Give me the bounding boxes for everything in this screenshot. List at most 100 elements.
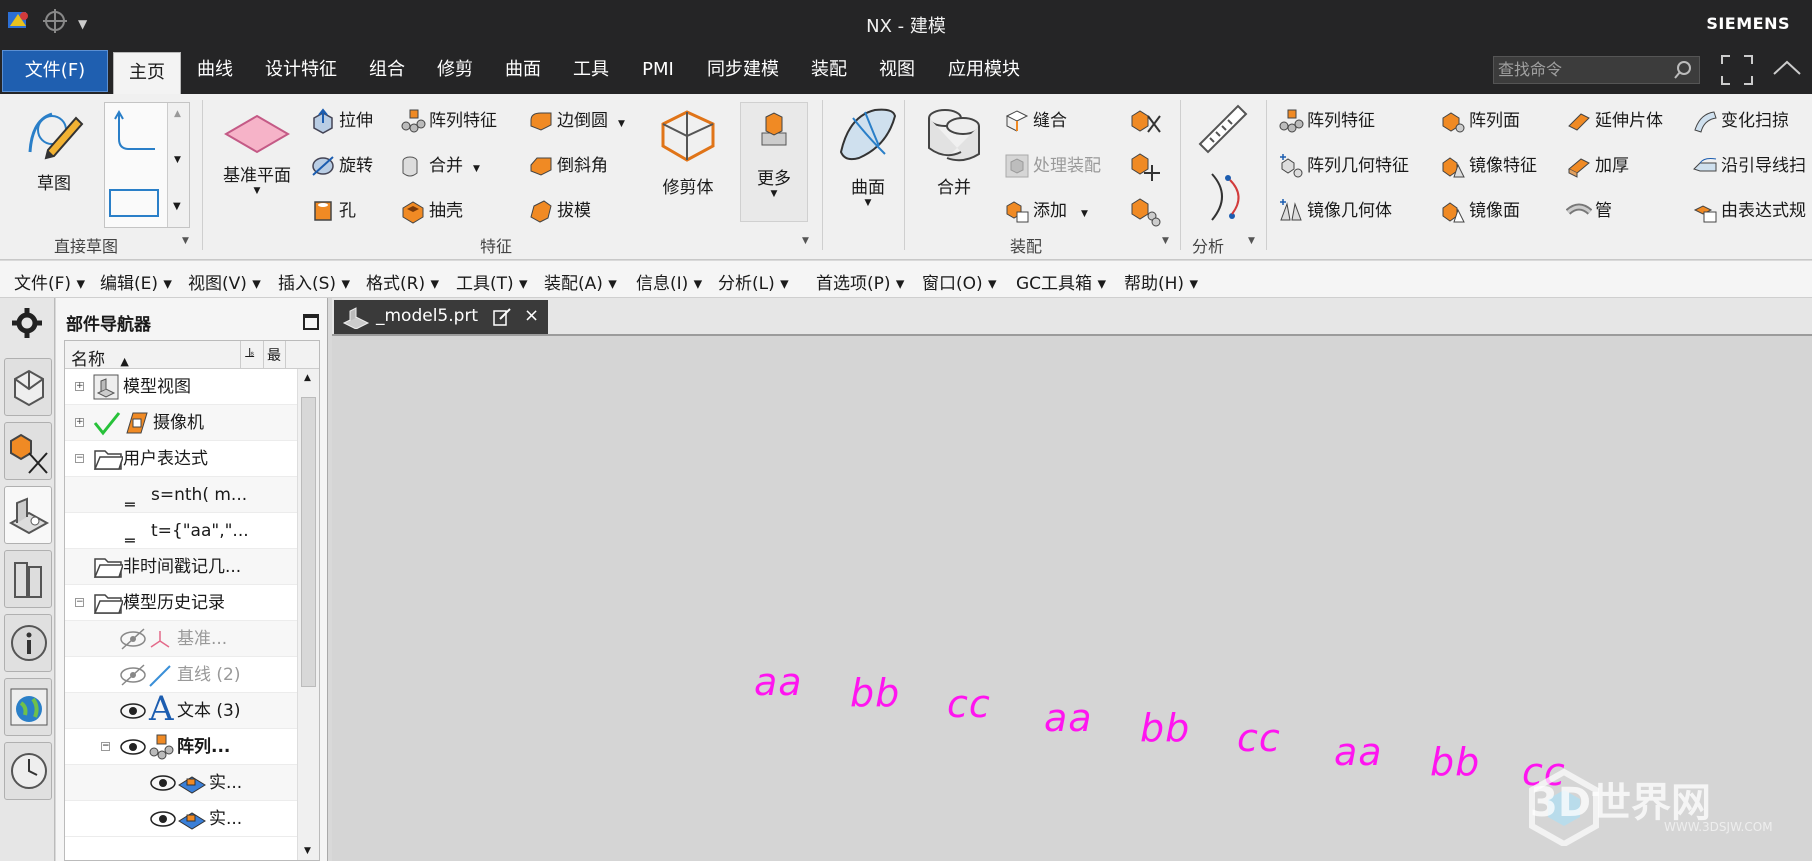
fullscreen-icon[interactable]	[1720, 54, 1754, 91]
sew-button[interactable]: 缝合	[1004, 106, 1067, 134]
sketch-curve-gallery[interactable]: ▲ ▼ ▼	[104, 102, 190, 228]
edge-blend-button[interactable]: 边倒圆 ▼	[528, 106, 625, 134]
hidden-eye-icon[interactable]	[119, 663, 147, 692]
visible-eye-icon[interactable]	[149, 807, 177, 836]
tree-row-expression-t[interactable]: ═ t={"aa","...	[65, 513, 297, 549]
scroll-up-icon[interactable]: ▲	[304, 373, 311, 383]
history-button[interactable]	[4, 742, 52, 800]
thicken-button[interactable]: 加厚	[1566, 151, 1629, 179]
tab-trim[interactable]: 修剪	[428, 46, 482, 94]
menu-edit[interactable]: 编辑(E) ▾	[100, 269, 172, 294]
web-browser-button[interactable]	[4, 678, 52, 736]
close-tab-icon[interactable]: ×	[524, 300, 539, 332]
menu-tools[interactable]: 工具(T) ▾	[456, 269, 528, 294]
menu-gc-toolkit[interactable]: GC工具箱 ▾	[1016, 269, 1106, 294]
tab-combine[interactable]: 组合	[360, 46, 414, 94]
expand-icon[interactable]: +	[75, 382, 84, 391]
collapse-icon[interactable]: −	[75, 598, 84, 607]
menu-view[interactable]: 视图(V) ▾	[188, 269, 261, 294]
constraint-navigator-button[interactable]	[4, 422, 52, 480]
sweep-along-guide-button[interactable]: 沿引导线扫	[1692, 151, 1806, 179]
add-dropdown-icon[interactable]: ▼	[1081, 209, 1088, 219]
hole-button[interactable]: 孔	[310, 196, 356, 224]
trim-body-button[interactable]: 修剪体	[650, 102, 726, 198]
tab-assembly[interactable]: 装配	[802, 46, 856, 94]
tree-row-pattern[interactable]: − 阵列...	[65, 729, 297, 765]
part-navigator-button[interactable]	[4, 486, 52, 544]
command-search-input[interactable]: 查找命令	[1493, 56, 1700, 84]
analysis-group-expand-icon[interactable]: ▼	[1248, 236, 1255, 246]
measure-distance-icon[interactable]	[1196, 102, 1250, 161]
tab-file[interactable]: 文件(F)	[2, 50, 108, 92]
unite-button[interactable]: 合并 ▼	[400, 151, 480, 179]
tab-view[interactable]: 视图	[870, 46, 924, 94]
assembly-group-expand-icon[interactable]: ▼	[1162, 236, 1169, 246]
component-pattern-icon[interactable]	[1128, 194, 1162, 233]
tab-surface[interactable]: 曲面	[496, 46, 550, 94]
visible-eye-icon[interactable]	[149, 771, 177, 800]
pattern-geometry-button[interactable]: 阵列几何特征	[1278, 151, 1409, 179]
collapse-ribbon-icon[interactable]	[1772, 58, 1802, 83]
process-assembly-button[interactable]: 处理装配	[1004, 151, 1101, 179]
gear-icon[interactable]	[10, 306, 44, 345]
shell-button[interactable]: 抽壳	[400, 196, 463, 224]
curve-analysis-icon[interactable]	[1202, 170, 1252, 229]
pattern-face-button[interactable]: 阵列面	[1440, 106, 1520, 134]
draft-button[interactable]: 拔模	[528, 196, 591, 224]
tree-row-datum[interactable]: 基准...	[65, 621, 297, 657]
column-latest-header[interactable]: 最	[267, 345, 281, 365]
chamfer-button[interactable]: 倒斜角	[528, 151, 608, 179]
tree-scrollbar[interactable]: ▲ ▼	[297, 369, 319, 860]
menu-preferences[interactable]: 首选项(P) ▾	[816, 269, 904, 294]
group-expand-icon[interactable]: ▼	[182, 236, 189, 246]
menu-analysis[interactable]: 分析(L) ▾	[718, 269, 789, 294]
extrude-button[interactable]: 拉伸	[310, 106, 373, 134]
menu-information[interactable]: 信息(I) ▾	[636, 269, 702, 294]
mirror-face-button[interactable]: 镜像面	[1440, 196, 1520, 224]
surface-dropdown-icon[interactable]: ▼	[830, 198, 906, 208]
collapse-icon[interactable]: −	[101, 742, 110, 751]
tree-row-cameras[interactable]: + 摄像机	[65, 405, 297, 441]
column-status-header[interactable]: ⫡	[245, 345, 254, 361]
tree-row-instance[interactable]: 实...	[65, 765, 297, 801]
maximize-icon[interactable]	[303, 314, 319, 330]
tree-row-model-views[interactable]: + 模型视图	[65, 369, 297, 405]
revolve-button[interactable]: 旋转	[310, 151, 373, 179]
tab-tools[interactable]: 工具	[564, 46, 618, 94]
variational-sweep-button[interactable]: 变化扫掠	[1692, 106, 1789, 134]
wave-geometry-icon[interactable]	[1128, 104, 1162, 143]
collapse-icon[interactable]: −	[75, 454, 84, 463]
hidden-eye-icon[interactable]	[119, 627, 147, 656]
more-button[interactable]: 更多 ▼	[740, 102, 808, 222]
rectangle-icon[interactable]	[109, 189, 159, 217]
visible-eye-icon[interactable]	[119, 699, 147, 728]
surface-button[interactable]: 曲面 ▼	[830, 102, 906, 208]
feature-group-expand-icon[interactable]: ▼	[802, 236, 809, 246]
menu-file[interactable]: 文件(F) ▾	[14, 269, 85, 294]
tab-design-feature[interactable]: 设计特征	[258, 46, 344, 94]
pattern-feature-button[interactable]: 阵列特征	[400, 106, 497, 134]
scroll-thumb[interactable]	[301, 397, 316, 687]
menu-assembly[interactable]: 装配(A) ▾	[544, 269, 617, 294]
column-name-header[interactable]: 名称 ▲	[71, 345, 129, 370]
add-button[interactable]: 添加 ▼	[1004, 196, 1088, 224]
extend-sheet-button[interactable]: 延伸片体	[1566, 106, 1663, 134]
tab-synchronous-modeling[interactable]: 同步建模	[698, 46, 788, 94]
edge-blend-dropdown-icon[interactable]: ▼	[618, 119, 625, 129]
menu-help[interactable]: 帮助(H) ▾	[1124, 269, 1198, 294]
scroll-down-icon[interactable]: ▼	[304, 846, 311, 856]
unite-dropdown-icon[interactable]: ▼	[473, 164, 480, 174]
mirror-feature-button[interactable]: 镜像特征	[1440, 151, 1537, 179]
sketch-button[interactable]: 草图	[14, 100, 94, 194]
tree-row-expression-s[interactable]: ═ s=nth( m...	[65, 477, 297, 513]
visible-eye-icon[interactable]	[119, 735, 147, 764]
assembly-navigator-button[interactable]	[4, 358, 52, 416]
info-button[interactable]	[4, 614, 52, 672]
tab-home[interactable]: 主页	[113, 52, 181, 94]
tube-button[interactable]: 管	[1565, 196, 1612, 224]
tree-row-line[interactable]: 直线 (2)	[65, 657, 297, 693]
menu-window[interactable]: 窗口(O) ▾	[922, 269, 997, 294]
tree-row-instance[interactable]: 实...	[65, 801, 297, 837]
tree-row-non-timestamp-geometry[interactable]: 非时间戳记几...	[65, 549, 297, 585]
profile-icon[interactable]	[113, 109, 159, 160]
